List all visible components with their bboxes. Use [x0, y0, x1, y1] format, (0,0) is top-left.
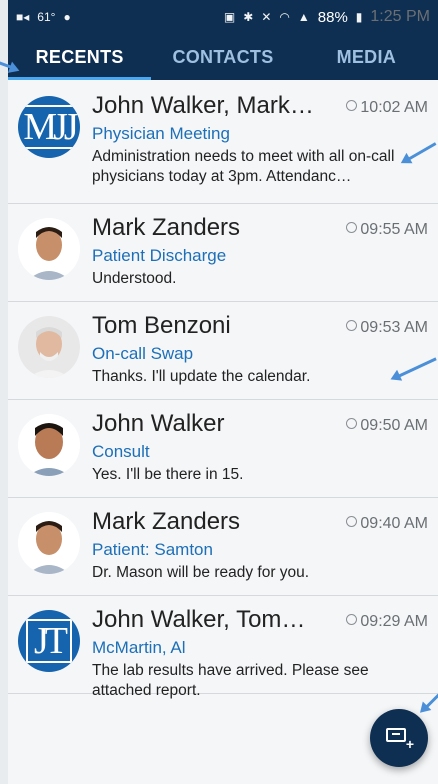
conversation-item[interactable]: Mark Zanders 09:55 AM Patient Discharge …: [8, 204, 438, 302]
nfc-icon: ▣: [223, 10, 236, 24]
conversation-preview: Yes. I'll be there in 15.: [92, 466, 244, 483]
conversation-preview: Understood.: [92, 270, 177, 287]
conversation-time-text: 09:29 AM: [360, 612, 428, 630]
status-left: ■◂ 61° ●: [16, 10, 71, 24]
conversation-item[interactable]: John Walker 09:50 AM Consult Yes. I'll b…: [8, 400, 438, 498]
conversation-time-text: 09:50 AM: [360, 416, 428, 434]
conversation-name: Mark Zanders: [92, 214, 241, 241]
conversation-subject: Consult: [92, 442, 150, 461]
bluetooth-icon: ✱: [243, 10, 254, 24]
avatar: JT: [18, 610, 80, 672]
tab-media[interactable]: MEDIA: [295, 34, 438, 80]
conversation-name: John Walker, Mark…: [92, 92, 314, 119]
conversation-item[interactable]: Tom Benzoni 09:53 AM On-call Swap Thanks…: [8, 302, 438, 400]
clock-icon: [346, 100, 358, 111]
video-icon: ■◂: [16, 10, 30, 24]
compose-button[interactable]: +: [370, 709, 428, 767]
conversation-item[interactable]: MJJ John Walker, Mark… 10:02 AM Physicia…: [8, 80, 438, 204]
conversation-item[interactable]: Mark Zanders 09:40 AM Patient: Samton Dr…: [8, 498, 438, 596]
status-bar: ■◂ 61° ● ▣ ✱ ✕ ◠ ▲ 88% ▮ 1:25 PM: [8, 0, 438, 34]
conversation-list: MJJ John Walker, Mark… 10:02 AM Physicia…: [8, 80, 438, 699]
conversation-time: 09:40 AM: [346, 515, 428, 533]
conversation-preview: Dr. Mason will be ready for you.: [92, 564, 310, 581]
avatar: [18, 316, 80, 378]
avatar-initials: MJJ: [18, 105, 80, 149]
conversation-name: Mark Zanders: [92, 508, 241, 535]
tab-bar: RECENTS CONTACTS MEDIA: [8, 34, 438, 80]
app-screen: ■◂ 61° ● ▣ ✱ ✕ ◠ ▲ 88% ▮ 1:25 PM RECENTS…: [8, 0, 438, 784]
conversation-content: John Walker, Mark… 10:02 AM Physician Me…: [92, 92, 428, 187]
conversation-content: Tom Benzoni 09:53 AM On-call Swap Thanks…: [92, 312, 428, 387]
signal-icon: ▲: [297, 10, 310, 24]
conversation-subject: Physician Meeting: [92, 124, 230, 143]
compose-icon: +: [386, 728, 414, 752]
person-photo-icon: [18, 512, 80, 574]
mute-icon: ✕: [261, 10, 272, 24]
clock-icon: [346, 418, 358, 429]
avatar: [18, 512, 80, 574]
conversation-time-text: 10:02 AM: [360, 98, 428, 116]
conversation-time: 09:55 AM: [346, 221, 428, 239]
conversation-preview: Administration needs to meet with all on…: [92, 148, 395, 185]
temperature-text: 61°: [37, 10, 56, 24]
conversation-time: 09:50 AM: [346, 417, 428, 435]
person-photo-icon: [18, 316, 80, 378]
android-icon: ●: [63, 10, 71, 24]
conversation-name: Tom Benzoni: [92, 312, 231, 339]
conversation-time: 09:29 AM: [346, 613, 428, 631]
clock-icon: [346, 222, 358, 233]
conversation-subject: Patient Discharge: [92, 246, 227, 265]
battery-percent: 88%: [317, 8, 348, 26]
conversation-name: John Walker: [92, 410, 225, 437]
conversation-content: John Walker, Tom… 09:29 AM McMartin, Al …: [92, 606, 428, 701]
avatar: MJJ: [18, 96, 80, 158]
conversation-time: 09:53 AM: [346, 319, 428, 337]
conversation-content: John Walker 09:50 AM Consult Yes. I'll b…: [92, 410, 428, 485]
tab-recents[interactable]: RECENTS: [8, 34, 152, 80]
wifi-icon: ◠: [279, 10, 290, 24]
conversation-content: Mark Zanders 09:55 AM Patient Discharge …: [92, 214, 428, 289]
conversation-time-text: 09:40 AM: [360, 514, 428, 532]
conversation-name: John Walker, Tom…: [92, 606, 306, 633]
tab-contacts[interactable]: CONTACTS: [151, 34, 294, 80]
person-photo-icon: [18, 414, 80, 476]
conversation-item[interactable]: JT John Walker, Tom… 09:29 AM McMartin, …: [8, 596, 438, 699]
conversation-subject: On-call Swap: [92, 344, 194, 363]
clock-icon: [346, 614, 358, 625]
status-right: ▣ ✱ ✕ ◠ ▲ 88% ▮ 1:25 PM: [224, 8, 430, 26]
conversation-time: 10:02 AM: [346, 99, 428, 117]
battery-icon: ▮: [355, 10, 363, 24]
conversation-time-text: 09:53 AM: [360, 318, 428, 336]
conversation-content: Mark Zanders 09:40 AM Patient: Samton Dr…: [92, 508, 428, 583]
conversation-subject: McMartin, Al: [92, 638, 186, 657]
conversation-preview: The lab results have arrived. Please see…: [92, 662, 369, 699]
clock-icon: [346, 320, 358, 331]
conversation-subject: Patient: Samton: [92, 540, 213, 559]
status-time: 1:25 PM: [370, 8, 430, 25]
conversation-time-text: 09:55 AM: [360, 220, 428, 238]
avatar: [18, 414, 80, 476]
clock-icon: [346, 516, 358, 527]
avatar: [18, 218, 80, 280]
avatar-initials: JT: [26, 619, 72, 663]
conversation-preview: Thanks. I'll update the calendar.: [92, 368, 311, 385]
person-photo-icon: [18, 218, 80, 280]
